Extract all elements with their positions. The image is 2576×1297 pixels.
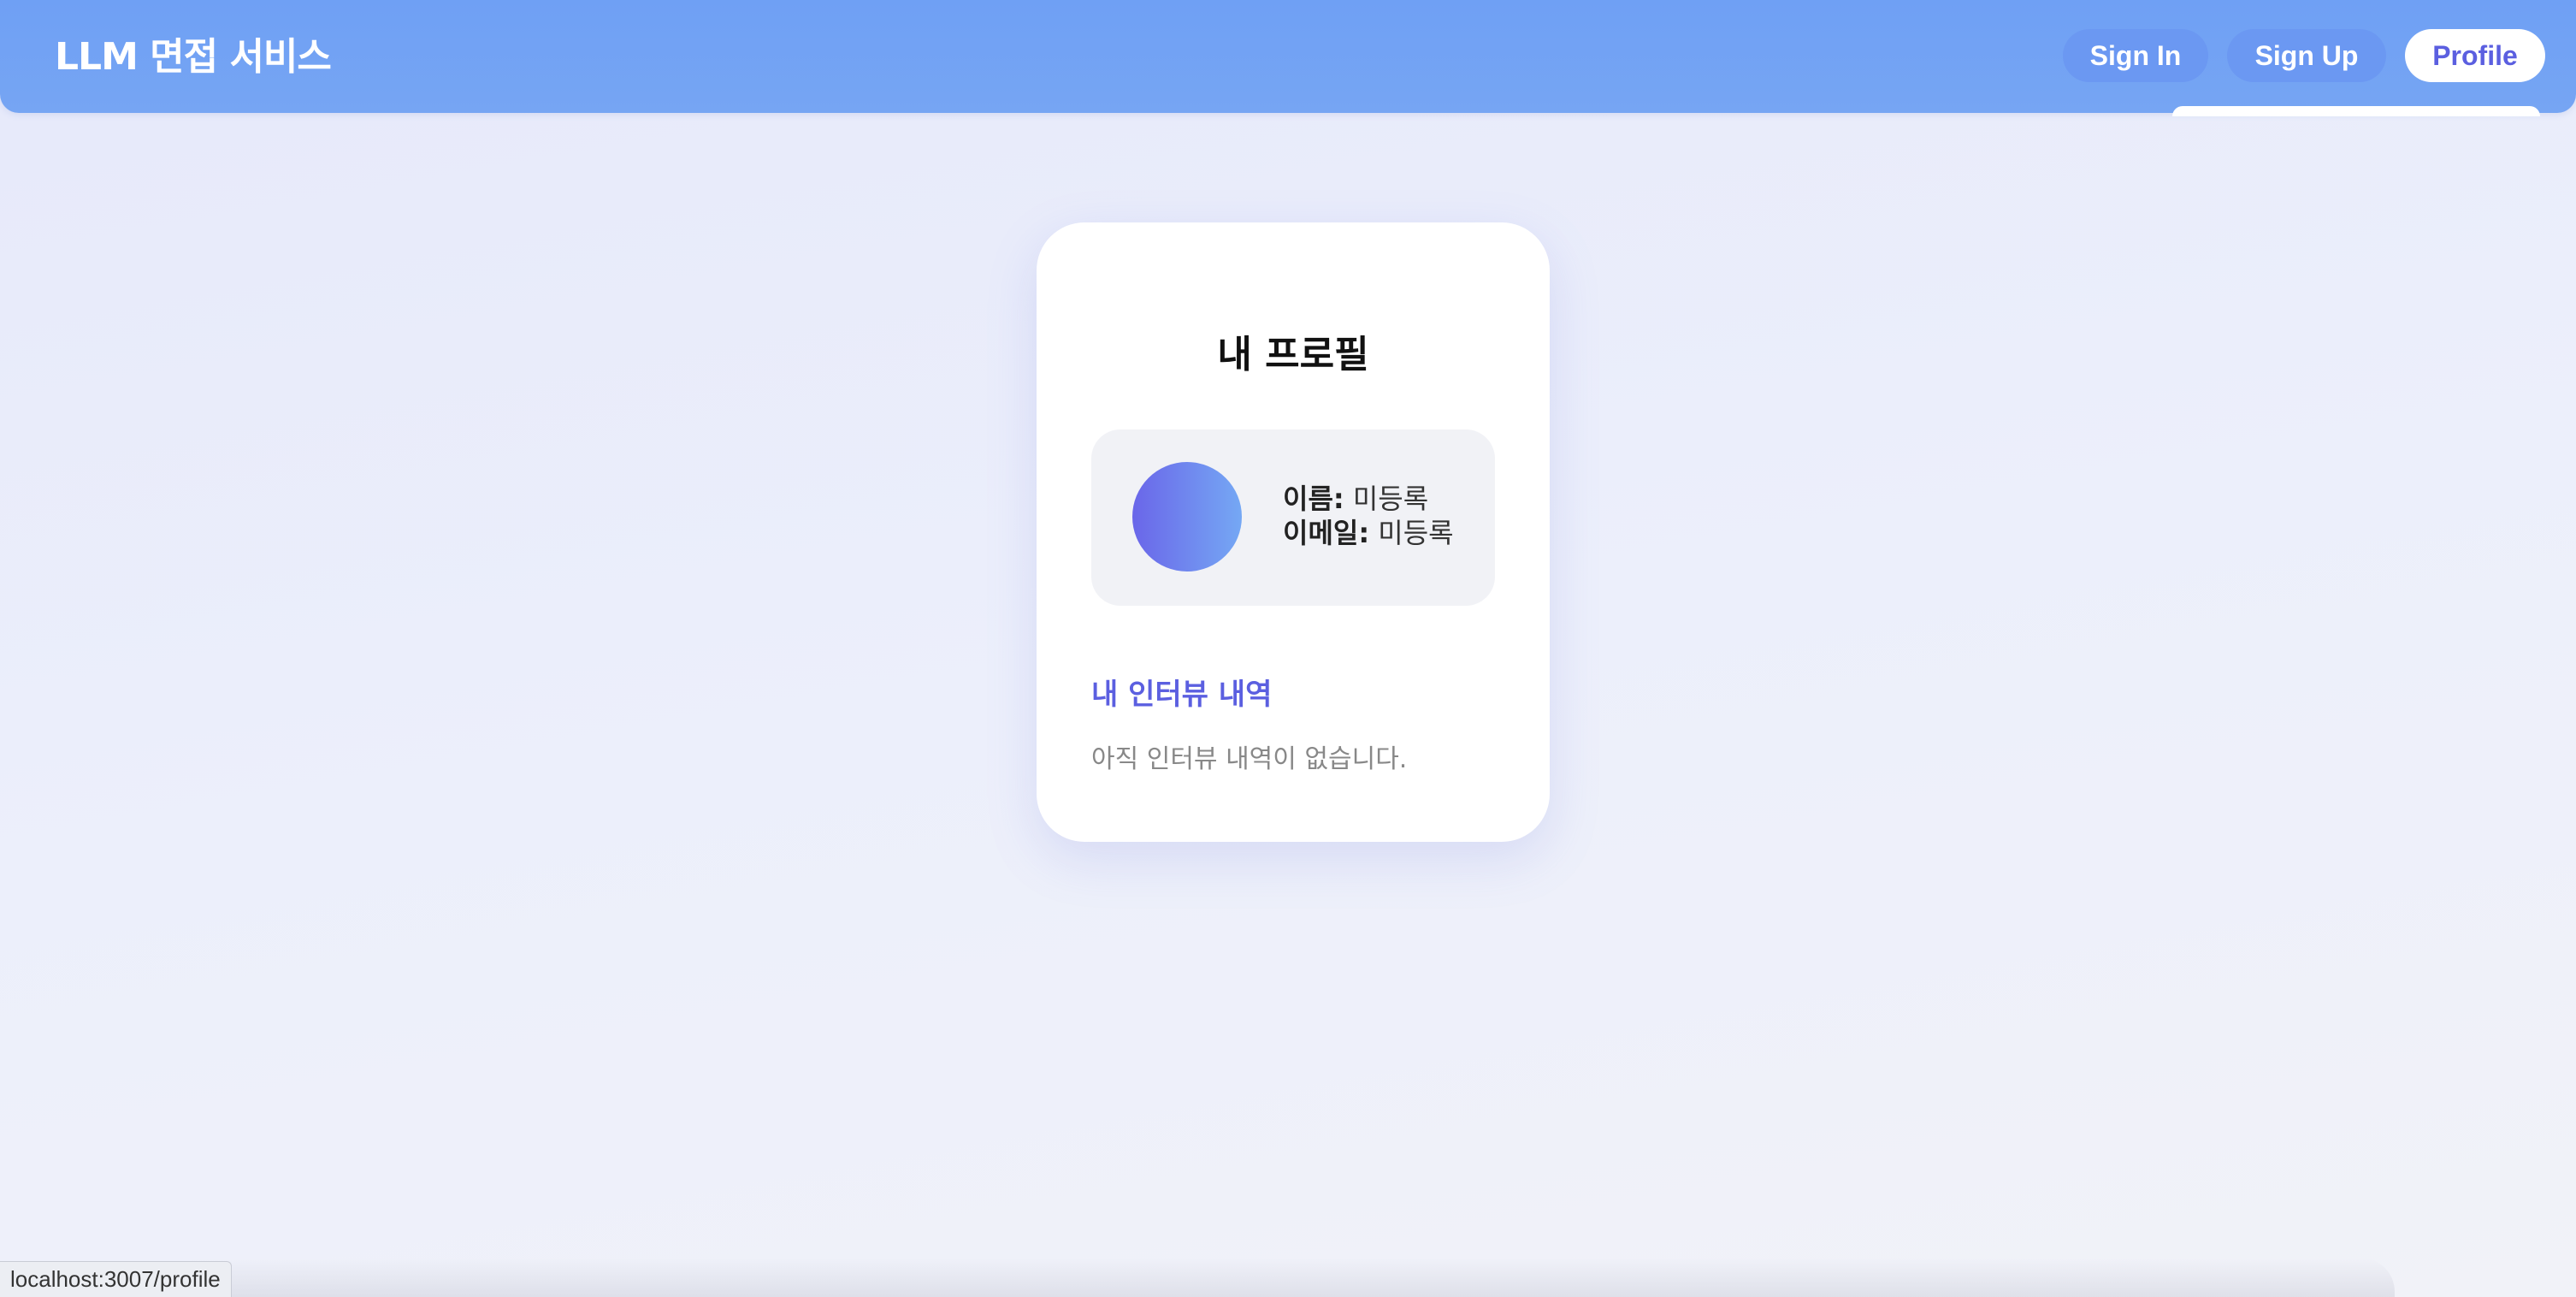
email-value: 미등록 <box>1378 517 1454 549</box>
name-label: 이름: <box>1283 483 1344 515</box>
link-status-bar: localhost:3007/profile <box>0 1261 232 1297</box>
profile-button[interactable]: Profile <box>2405 29 2545 82</box>
avatar <box>1132 462 1242 572</box>
profile-info-box: 이름: 미등록 이메일: 미등록 <box>1091 429 1495 606</box>
page-title: 내 프로필 <box>1217 333 1369 376</box>
bottom-shadow <box>171 1258 2395 1297</box>
email-label: 이메일: <box>1283 517 1370 549</box>
interview-history-heading: 내 인터뷰 내역 <box>1091 678 1273 712</box>
profile-card: 내 프로필 이름: 미등록 이메일: 미등록 내 인터뷰 내역 아직 인터뷰 내… <box>1037 222 1550 842</box>
top-nav-bar: LLM 면접 서비스 Sign In Sign Up Profile <box>0 0 2576 116</box>
dropdown-menu-edge <box>2172 106 2540 116</box>
brand-title[interactable]: LLM 면접 서비스 <box>55 26 332 80</box>
name-value: 미등록 <box>1352 483 1429 515</box>
email-row: 이메일: 미등록 <box>1283 512 1454 551</box>
sign-up-button[interactable]: Sign Up <box>2227 29 2386 82</box>
sign-in-button[interactable]: Sign In <box>2063 29 2208 82</box>
interview-history-empty-message: 아직 인터뷰 내역이 없습니다. <box>1091 744 1408 774</box>
